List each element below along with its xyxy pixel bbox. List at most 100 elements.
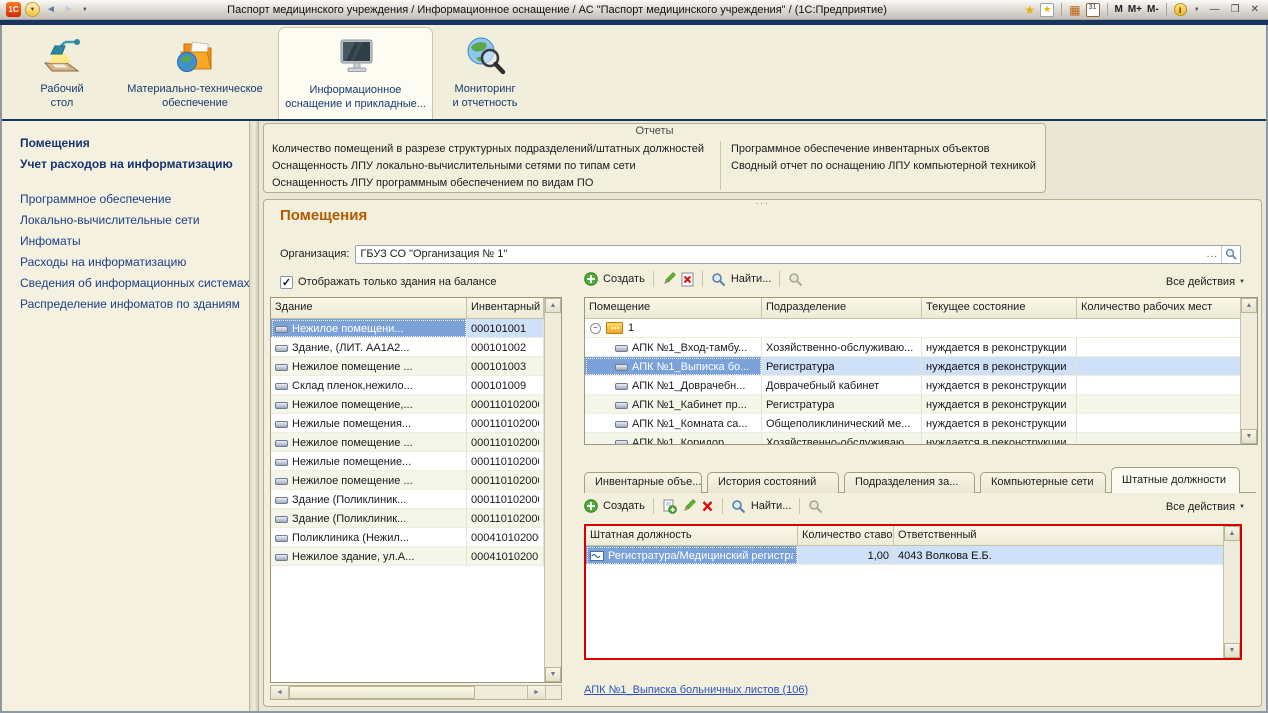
clear-find-button[interactable] [788,272,803,287]
tab-staff-positions[interactable]: Штатные должности [1111,467,1240,493]
rooms-vertical-scrollbar[interactable]: ▲ ▼ [1240,298,1257,444]
table-row[interactable]: Здание (Поликлиник... 0001101020008 [271,509,544,528]
table-row[interactable]: Нежилое помещение ... 0001101020004 [271,433,544,452]
memory-subtract-button[interactable]: M- [1147,4,1159,15]
scroll-down-icon[interactable]: ▼ [1224,643,1240,658]
column-header-workplaces[interactable]: Количество рабочих мест [1077,298,1240,319]
table-row[interactable]: АПК №1_Кабинет пр... Регистратура нуждае… [585,395,1240,414]
column-header-current-state[interactable]: Текущее состояние [922,298,1077,319]
balance-only-checkbox[interactable]: ✓ [280,275,293,289]
scrollbar-thumb[interactable] [289,686,475,699]
tab-computer-networks[interactable]: Компьютерные сети [980,472,1106,493]
close-button[interactable]: ✕ [1248,4,1262,15]
column-header-responsible[interactable]: Ответственный [894,526,1223,546]
table-row[interactable]: Нежилое помещение ... 000101003 [271,357,544,376]
column-header-building[interactable]: Здание [271,298,467,319]
memory-recall-button[interactable]: M [1115,4,1123,15]
column-header-inventory-number[interactable]: Инвентарный номер [467,298,544,319]
scroll-down-icon[interactable]: ▼ [1241,429,1257,444]
scroll-left-icon[interactable]: ◄ [271,686,289,699]
table-row[interactable]: Нежилое помещение,... 0001101020001 [271,395,544,414]
organization-search-button[interactable] [1221,245,1240,263]
scroll-up-icon[interactable]: ▲ [1241,298,1257,313]
table-row[interactable]: Нежилые помещение... 0001101020005 [271,452,544,471]
table-row[interactable]: Регистратура/Медицинский регистратор/ОМС… [586,546,1223,565]
sidebar-item-infomat-distribution[interactable]: Распределение инфоматов по зданиям [20,297,249,311]
maximize-button[interactable]: ❒ [1228,4,1243,15]
info-button[interactable]: i [1173,3,1187,16]
table-row[interactable]: Здание, (ЛИТ. АА1А2... 000101002 [271,338,544,357]
collapse-group-icon[interactable]: − [590,322,601,334]
info-dropdown-icon[interactable]: ▼ [1192,7,1202,13]
table-row[interactable]: АПК №1_Вход-тамбу... Хозяйственно-обслуж… [585,338,1240,357]
create-button[interactable]: Создать [584,272,645,286]
table-row[interactable]: Здание (Поликлиник... 0001101020007 [271,490,544,509]
table-row[interactable]: Склад пленок,нежило... 000101009 [271,376,544,395]
selected-room-link[interactable]: АПК №1_Выписка больничных листов (106) [584,684,808,696]
table-row[interactable]: АПК №1_Коридор Хозяйственно-обслуживаю..… [585,433,1240,444]
table-row[interactable]: АПК №1_Выписка бо... Регистратура нуждае… [585,357,1240,376]
scroll-right-icon[interactable]: ► [527,686,545,699]
tab-information-equipment[interactable]: Информационное оснащение и прикладные... [278,27,433,119]
sidebar-item-info-systems[interactable]: Сведения об информационных системах [20,276,250,290]
organization-select-button[interactable]: ... [1204,249,1221,260]
main-menu-button[interactable]: ▼ [25,2,40,17]
column-header-position[interactable]: Штатная должность [586,526,798,546]
positions-find-button[interactable]: Найти... [731,499,791,514]
table-row[interactable]: АПК №1_Комната са... Общеполиклинический… [585,414,1240,433]
back-button[interactable]: ◄ [44,4,58,15]
positions-create-button[interactable]: Создать [584,499,645,513]
sidebar-item-software[interactable]: Программное обеспечение [20,192,249,206]
sidebar-item-rooms[interactable]: Помещения [20,136,249,150]
tab-state-history[interactable]: История состояний [707,472,839,493]
add-favorite-icon[interactable]: ★ [1024,3,1035,17]
panel-splitter-handle[interactable]: ∙∙∙ [755,198,769,209]
tab-departments[interactable]: Подразделения за... [844,472,975,493]
favorites-icon[interactable]: ★ [1040,2,1055,17]
positions-edit-button[interactable] [682,499,696,513]
rooms-all-actions-button[interactable]: Все действия ▼ [1166,276,1245,288]
minimize-button[interactable]: — [1207,4,1223,15]
buildings-vertical-scrollbar[interactable]: ▲ ▼ [544,298,561,682]
delete-button[interactable] [681,272,694,287]
edit-button[interactable] [662,272,676,286]
column-header-rate-count[interactable]: Количество ставок [798,526,894,546]
report-link-inventory-software[interactable]: Программное обеспечение инвентарных объе… [731,141,1041,158]
tab-inventory-objects[interactable]: Инвентарные объе... [584,472,702,493]
sidebar-item-infomats[interactable]: Инфоматы [20,234,249,248]
positions-delete-button[interactable] [701,499,714,514]
table-row[interactable]: Нежилое помещени... 000101001 [271,319,544,338]
tab-desktop[interactable]: Рабочий стол [12,27,112,119]
column-header-department[interactable]: Подразделение [762,298,922,319]
buildings-horizontal-scrollbar[interactable]: ◄ ► [270,685,562,700]
sidebar-splitter[interactable] [250,121,259,711]
copy-button[interactable] [662,499,677,514]
tab-material-support[interactable]: Материально-техническое обеспечение [114,27,276,119]
organization-input[interactable] [356,248,1204,260]
scroll-up-icon[interactable]: ▲ [1224,526,1240,541]
scroll-down-icon[interactable]: ▼ [545,667,561,682]
positions-all-actions-button[interactable]: Все действия ▼ [1166,501,1245,513]
table-row[interactable]: Нежилые помещения... 0001101020002 [271,414,544,433]
report-link-computer-equipment-summary[interactable]: Сводный отчет по оснащению ЛПУ компьютер… [731,158,1041,175]
memory-add-button[interactable]: M+ [1128,4,1142,15]
sidebar-item-lan[interactable]: Локально-вычислительные сети [20,213,249,227]
column-header-room[interactable]: Помещение [585,298,762,319]
history-dropdown-icon[interactable]: ▼ [80,7,90,13]
table-row[interactable]: Нежилое здание, ул.А... 0004101020010 [271,547,544,566]
report-link-lan-by-type[interactable]: Оснащенность ЛПУ локально-вычислительным… [272,158,720,175]
table-row[interactable]: Нежилое помещение ... 0001101020006 [271,471,544,490]
report-link-software-by-type[interactable]: Оснащенность ЛПУ программным обеспечение… [272,175,720,192]
sidebar-item-it-expenses[interactable]: Расходы на информатизацию [20,255,249,269]
forward-button[interactable]: ► [62,4,76,15]
tab-monitoring[interactable]: Мониторинг и отчетность [435,27,535,119]
scroll-up-icon[interactable]: ▲ [545,298,561,313]
positions-clear-find-button[interactable] [808,499,823,514]
report-link-rooms-by-departments[interactable]: Количество помещений в разрезе структурн… [272,141,720,158]
table-row[interactable]: АПК №1_Доврачебн... Доврачебный кабинет … [585,376,1240,395]
sidebar-item-it-expenses-accounting[interactable]: Учет расходов на информатизацию [20,157,249,171]
calculator-icon[interactable]: ▦ [1069,3,1080,17]
find-button[interactable]: Найти... [711,272,771,287]
calendar-icon[interactable]: 31 [1085,2,1100,17]
rooms-group-row[interactable]: − 1 [585,319,1240,338]
